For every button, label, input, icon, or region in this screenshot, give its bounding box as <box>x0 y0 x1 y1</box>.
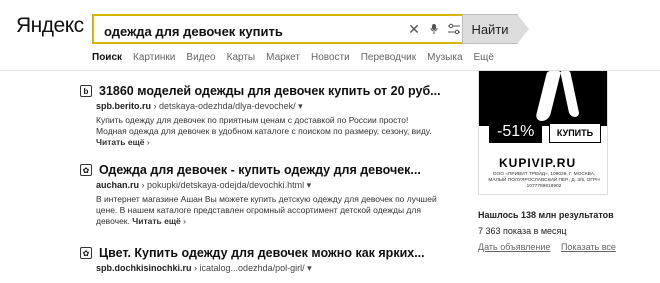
results-count: Нашлось 138 млн результатов <box>478 210 614 220</box>
impressions-per-month: 7 363 показа в месяц <box>478 226 567 236</box>
result-snippet: В интернет магазине Ашан Вы можете купит… <box>96 194 475 227</box>
read-more-text[interactable]: Читать ещё <box>96 137 144 147</box>
result-url-path[interactable]: pokupki/detskaya-odejda/devochki.html <box>147 180 304 190</box>
snippet-line: Модная одежда для девочек в удобном ката… <box>96 126 432 136</box>
chevron-down-icon[interactable]: ▾ <box>307 180 312 190</box>
result-url-path[interactable]: icatalog...odezhda/pol-girl/ <box>200 263 305 273</box>
ad-fine-print: ООО «ПРИВИТ ТРЕЙД», 109028, Г. МОСКВА, М… <box>488 172 600 189</box>
snippet-line: Купить одежду для девочек по приятным це… <box>96 115 409 125</box>
result-title-text[interactable]: 31860 моделей одежды для девочек купить … <box>99 84 441 98</box>
result-title[interactable]: ✿ Одежда для девочек - купить одежду для… <box>80 163 475 177</box>
logo-text: Яндекс <box>16 14 84 37</box>
result-url[interactable]: spb.berito.ru › detskaya-odezhda/dlya-de… <box>96 101 475 112</box>
tab-market[interactable]: Маркет <box>266 52 300 63</box>
find-label: Найти <box>471 21 509 37</box>
yandex-logo[interactable]: Яндекс <box>16 14 84 38</box>
clear-icon[interactable]: ✕ <box>406 21 422 37</box>
snippet-line: цене. В нашем каталоге представлен огром… <box>96 205 421 215</box>
create-ad-link[interactable]: Дать объявление <box>478 242 550 252</box>
result-url[interactable]: auchan.ru › pokupki/detskaya-odejda/devo… <box>96 180 475 191</box>
result-url-host[interactable]: spb.berito.ru <box>96 101 151 111</box>
read-more-link[interactable]: Читать ещё <box>132 216 180 226</box>
tab-video[interactable]: Видео <box>186 52 215 63</box>
microphone-glyph <box>430 24 438 34</box>
result-url-host[interactable]: spb.dochkisinochki.ru <box>96 263 192 273</box>
search-result: ✿ Одежда для девочек - купить одежду для… <box>80 163 475 227</box>
auchan-favicon-icon: ✿ <box>80 164 92 176</box>
read-more-link[interactable]: Читать ещё › <box>96 137 475 148</box>
snippet-line: В интернет магазине Ашан Вы можете купит… <box>96 194 437 204</box>
result-url-path[interactable]: detskaya-odezhda/dlya-devochek/ <box>159 101 296 111</box>
tab-maps[interactable]: Карты <box>227 52 256 63</box>
favicon-icon: b <box>80 85 92 97</box>
snippet-line: девочек. <box>96 216 130 226</box>
ad-discount: -51% <box>489 121 543 143</box>
settings-glyph <box>448 23 460 35</box>
flower-favicon-icon: ✿ <box>80 247 92 259</box>
tab-images[interactable]: Картинки <box>133 52 175 63</box>
search-input[interactable] <box>102 21 396 41</box>
tab-translate[interactable]: Переводчик <box>361 52 416 63</box>
tab-music[interactable]: Музыка <box>427 52 462 63</box>
ad-image <box>479 71 607 126</box>
chevron-right-icon: › <box>146 137 150 147</box>
result-title-text[interactable]: Одежда для девочек - купить одежду для д… <box>99 163 421 177</box>
search-stats: Нашлось 138 млн результатов 7 363 показа… <box>478 210 624 252</box>
ad-buy-button[interactable]: КУПИТЬ <box>549 123 601 143</box>
chevron-down-icon[interactable]: ▾ <box>307 263 312 273</box>
result-url[interactable]: spb.dochkisinochki.ru › icatalog...odezh… <box>96 263 475 274</box>
result-url-host[interactable]: auchan.ru <box>96 180 139 190</box>
microphone-icon[interactable] <box>426 21 442 37</box>
result-title[interactable]: b 31860 моделей одежды для девочек купит… <box>80 84 475 98</box>
snippet-line-with-more: девочек. Читать ещё › <box>96 216 475 227</box>
tab-news[interactable]: Новости <box>311 52 350 63</box>
kupivip-ad-banner[interactable]: -51% КУПИТЬ KUPIVIP.RU ООО «ПРИВИТ ТРЕЙД… <box>478 70 608 195</box>
search-result: b 31860 моделей одежды для девочек купит… <box>80 84 475 148</box>
tab-search[interactable]: Поиск <box>92 52 122 63</box>
settings-icon[interactable] <box>446 21 462 37</box>
ad-brand: KUPIVIP.RU <box>499 156 577 170</box>
search-tabs: Поиск Картинки Видео Карты Маркет Новост… <box>92 52 494 63</box>
chevron-right-icon: › <box>183 216 186 226</box>
result-title-text[interactable]: Цвет. Купить одежду для девочек можно ка… <box>99 246 425 260</box>
search-result: ✿ Цвет. Купить одежду для девочек можно … <box>80 246 475 274</box>
stats-links: Дать объявление Показать все <box>478 242 624 252</box>
result-title[interactable]: ✿ Цвет. Купить одежду для девочек можно … <box>80 246 475 260</box>
result-snippet: Купить одежду для девочек по приятным це… <box>96 115 475 148</box>
tab-more[interactable]: Ещё <box>474 52 494 63</box>
chevron-down-icon[interactable]: ▾ <box>298 101 303 111</box>
show-all-link[interactable]: Показать все <box>561 242 616 252</box>
find-button[interactable]: Найти <box>462 14 529 44</box>
search-box[interactable]: ✕ <box>92 14 512 44</box>
